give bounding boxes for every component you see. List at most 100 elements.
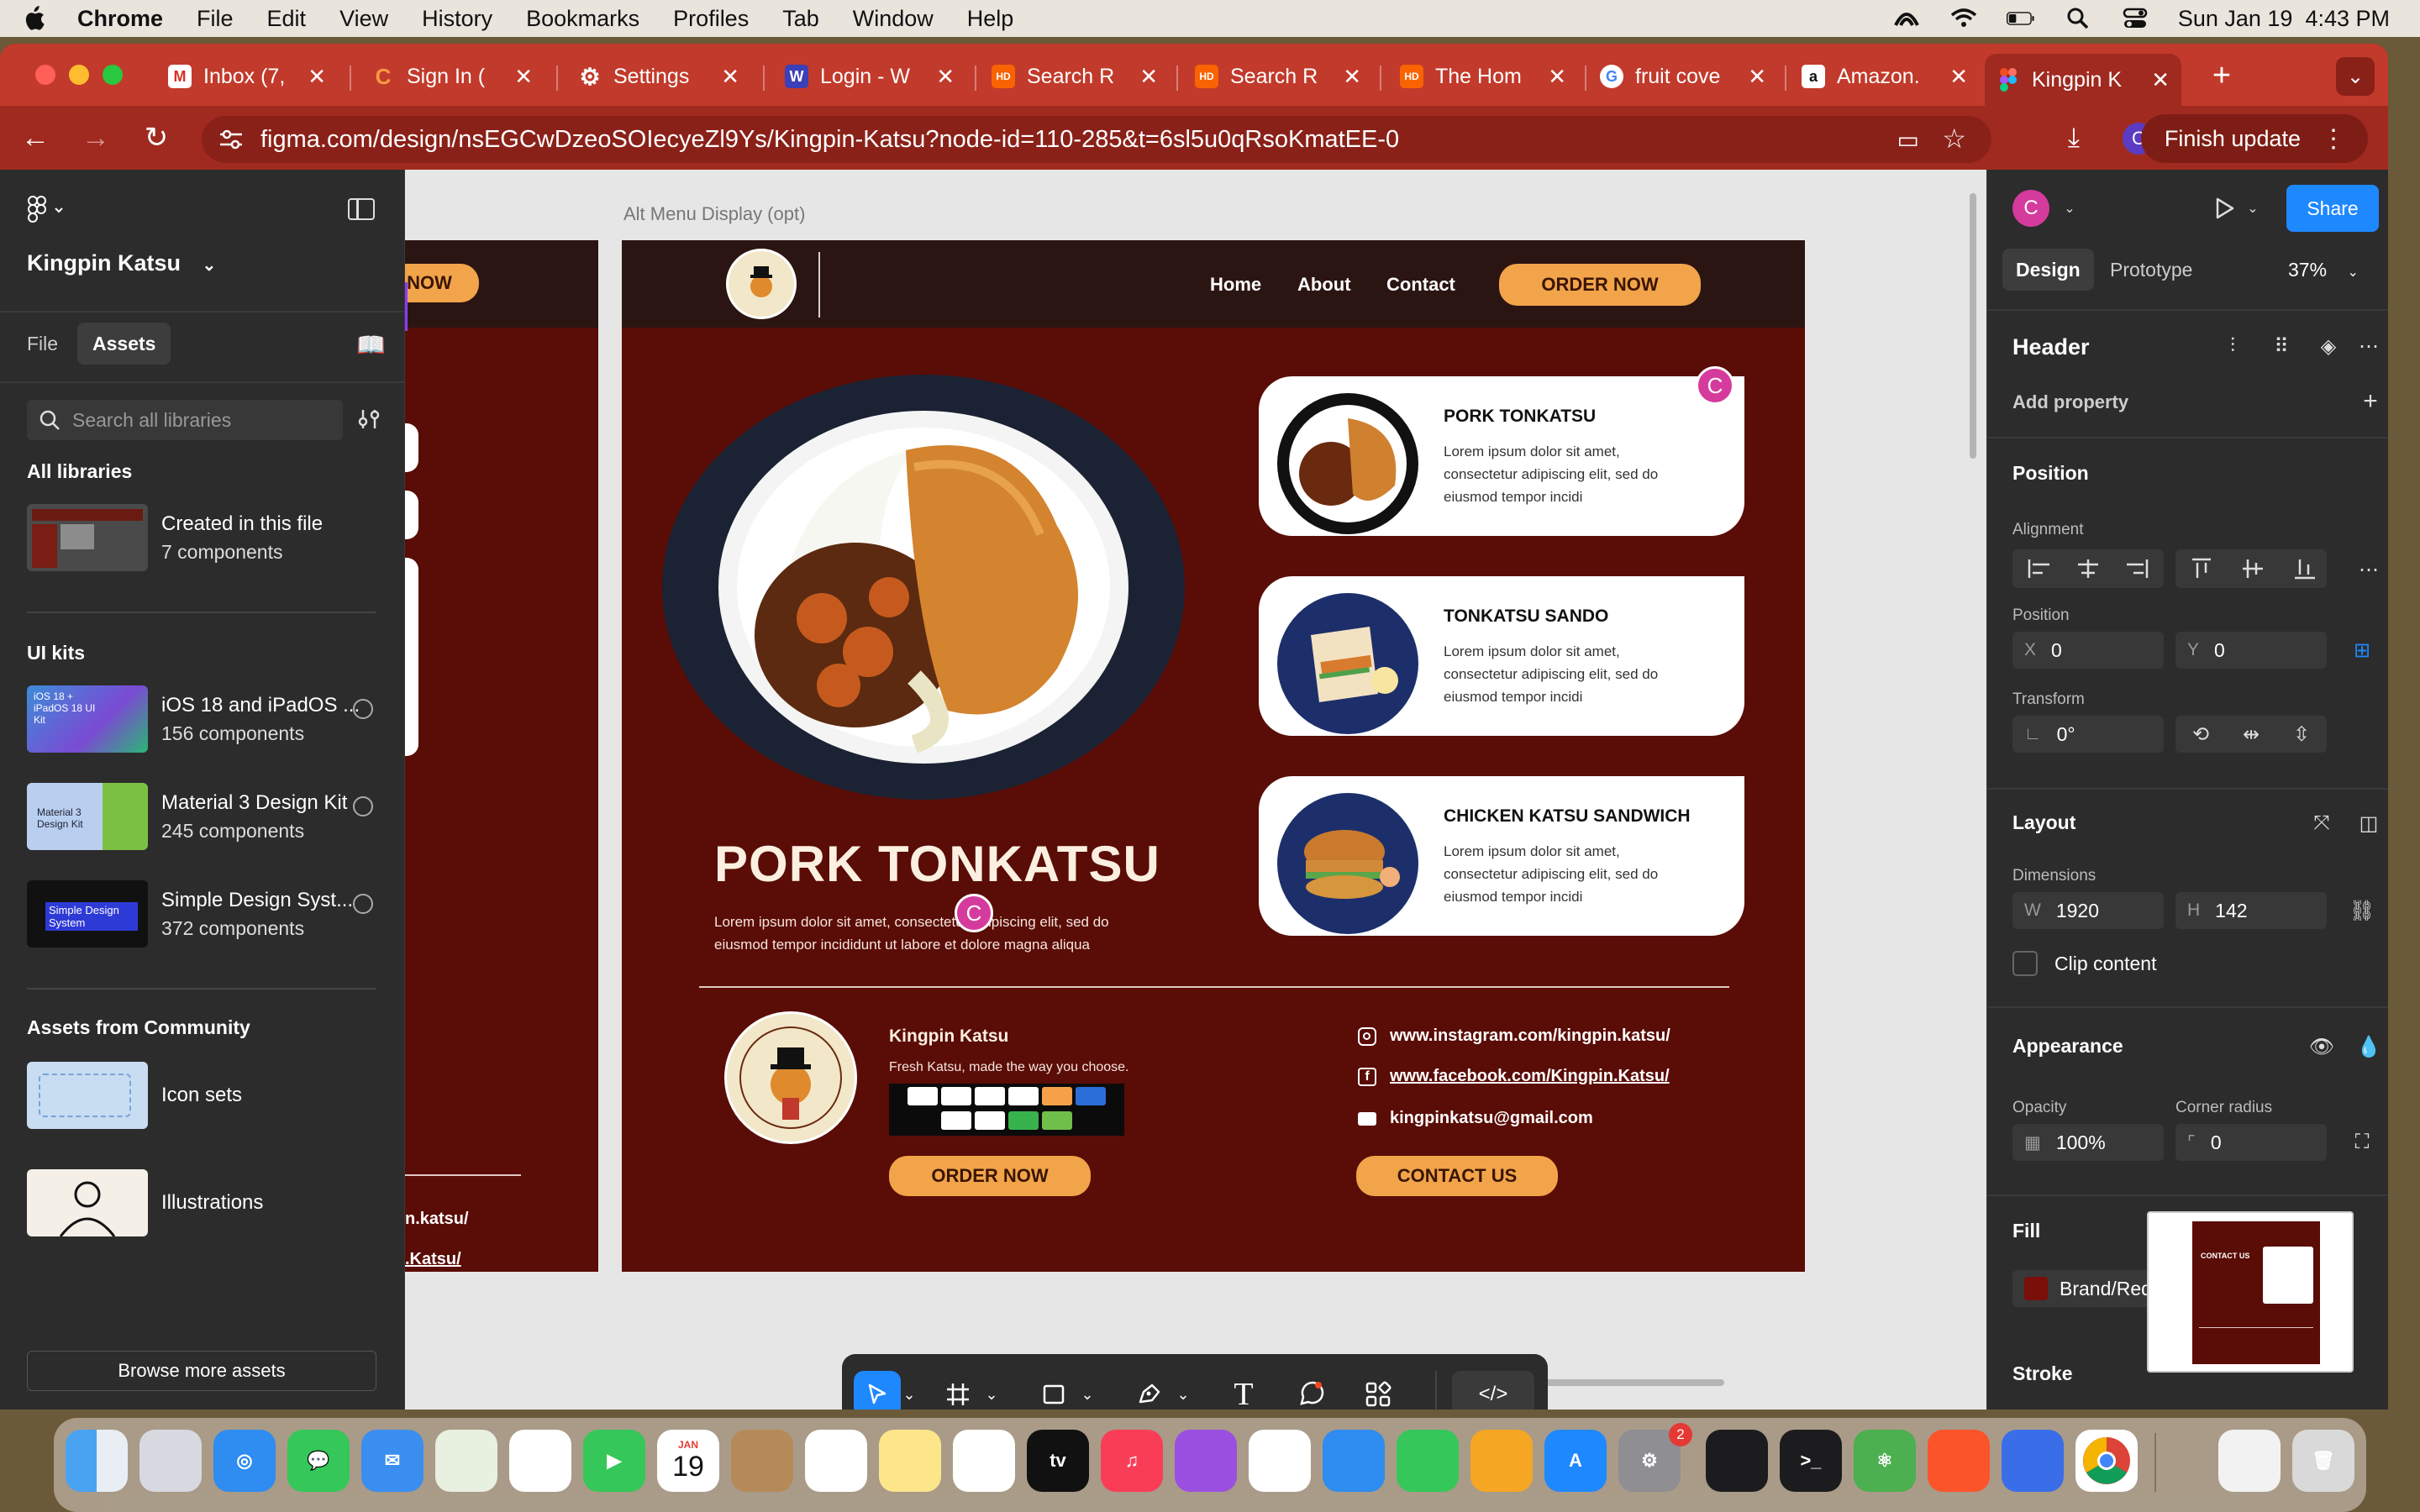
- footer-logo[interactable]: [724, 1011, 857, 1144]
- more-options-icon[interactable]: ⋯: [2352, 329, 2386, 363]
- layer-name[interactable]: Header: [2012, 334, 2090, 360]
- close-tab-icon[interactable]: ✕: [721, 64, 739, 90]
- text-tool-icon[interactable]: T: [1220, 1371, 1267, 1410]
- tab-login[interactable]: W Login - W ✕: [773, 54, 966, 99]
- visibility-eye-icon[interactable]: 👁: [2305, 1030, 2338, 1063]
- brave-icon[interactable]: [1928, 1430, 1990, 1492]
- tab-google[interactable]: G fruit cove ✕: [1588, 54, 1778, 99]
- frame-alt-menu-display[interactable]: Home About Contact ORDER NOW PORK TONKAT…: [622, 240, 1805, 1272]
- hero-title[interactable]: PORK TONKATSU: [714, 835, 1160, 893]
- tab-prototype[interactable]: Prototype: [2110, 259, 2192, 281]
- add-property-button[interactable]: Add property: [2012, 391, 2128, 413]
- maps-icon[interactable]: [435, 1430, 497, 1492]
- zoom-window-button[interactable]: [103, 65, 123, 85]
- menu-bookmarks[interactable]: Bookmarks: [526, 6, 639, 32]
- minimize-window-button[interactable]: [69, 65, 89, 85]
- close-tab-icon[interactable]: ✕: [1139, 64, 1158, 90]
- menu-help[interactable]: Help: [967, 6, 1014, 32]
- tab-amazon[interactable]: a Amazon. ✕: [1790, 54, 1980, 99]
- more-options-icon[interactable]: ⋯: [2352, 553, 2386, 586]
- community-icon-sets[interactable]: Icon sets: [27, 1062, 380, 1129]
- nav-home[interactable]: Home: [1210, 274, 1261, 296]
- site-header[interactable]: Home About Contact ORDER NOW: [622, 240, 1805, 328]
- figma-menu-icon[interactable]: [27, 195, 69, 225]
- forward-arrow-icon[interactable]: →: [79, 121, 113, 155]
- library-ios-kit[interactable]: iOS 18 + iPadOS 18 UI Kit iOS 18 and iPa…: [27, 685, 380, 753]
- search-libraries-input[interactable]: Search all libraries: [27, 400, 343, 440]
- menu-card-tonkatsu-sando[interactable]: TONKATSU SANDO Lorem ipsum dolor sit ame…: [1259, 576, 1744, 736]
- close-tab-icon[interactable]: ✕: [1949, 64, 1968, 90]
- tab-design[interactable]: Design: [2002, 249, 2094, 291]
- footer-brand-name[interactable]: Kingpin Katsu: [889, 1026, 1008, 1047]
- rotate-icon[interactable]: ⟲: [2184, 717, 2217, 751]
- order-now-button[interactable]: ORDER NOW: [1499, 264, 1701, 306]
- bookmark-star-icon[interactable]: ☆: [1942, 123, 1966, 155]
- filter-libraries-icon[interactable]: [356, 407, 383, 433]
- menu-window[interactable]: Window: [853, 6, 934, 32]
- browse-more-assets-button[interactable]: Browse more assets: [27, 1351, 376, 1391]
- freeform-icon[interactable]: [953, 1430, 1015, 1492]
- pen-tool-icon[interactable]: [1126, 1371, 1173, 1410]
- rectangle-tool-icon[interactable]: [1030, 1371, 1077, 1410]
- battery-icon[interactable]: [2006, 8, 2035, 29]
- chrome-icon[interactable]: [2075, 1430, 2138, 1492]
- activity-monitor-icon[interactable]: [1706, 1430, 1768, 1492]
- auto-layout-icon[interactable]: ⤧: [2305, 806, 2338, 840]
- library-material-kit[interactable]: Material 3 Design Kit Material 3 Design …: [27, 783, 380, 850]
- hero-description[interactable]: Lorem ipsum dolor sit amet, consectetur …: [714, 911, 1143, 956]
- podcasts-icon[interactable]: [1175, 1430, 1237, 1492]
- chevron-down-icon[interactable]: ⌄: [2236, 192, 2270, 225]
- photos-icon[interactable]: ✿: [509, 1430, 571, 1492]
- clip-content-checkbox[interactable]: [2012, 951, 2038, 976]
- tab-gmail[interactable]: M Inbox (7, ✕: [156, 54, 338, 99]
- apple-tv-icon[interactable]: tv: [1027, 1430, 1089, 1492]
- close-tab-icon[interactable]: ✕: [1343, 64, 1361, 90]
- numbers-icon[interactable]: [1397, 1430, 1459, 1492]
- frame-preview-thumbnail[interactable]: CONTACT US: [2147, 1211, 2354, 1373]
- nav-about[interactable]: About: [1297, 274, 1351, 296]
- menubar-datetime[interactable]: Sun Jan 19 4:43 PM: [2178, 6, 2390, 32]
- chevron-down-icon[interactable]: ⌄: [1171, 1371, 1195, 1410]
- app-store-icon[interactable]: A: [1544, 1430, 1607, 1492]
- menu-edit[interactable]: Edit: [267, 6, 307, 32]
- tab-search-button[interactable]: ⌄: [2336, 57, 2375, 96]
- news-icon[interactable]: [1249, 1430, 1311, 1492]
- launchpad-icon[interactable]: [139, 1430, 202, 1492]
- frame-label[interactable]: Alt Menu Display (opt): [623, 203, 805, 225]
- close-window-button[interactable]: [35, 65, 55, 85]
- documents-folder-icon[interactable]: [2218, 1430, 2281, 1492]
- tab-home-depot[interactable]: HD The Hom ✕: [1388, 54, 1578, 99]
- trash-icon[interactable]: 🗑: [2292, 1430, 2354, 1492]
- email-link[interactable]: kingpinkatsu@gmail.com: [1358, 1109, 1593, 1128]
- atom-icon[interactable]: ⚛: [1854, 1430, 1916, 1492]
- site-settings-icon[interactable]: [218, 128, 244, 151]
- reminders-icon[interactable]: [805, 1430, 867, 1492]
- independent-corners-icon[interactable]: ⛶: [2345, 1126, 2379, 1159]
- comment-tool-icon[interactable]: [1287, 1371, 1334, 1410]
- library-book-icon[interactable]: 📖: [356, 331, 386, 359]
- apple-menu-icon[interactable]: [20, 3, 47, 34]
- y-position-input[interactable]: Y0: [2175, 632, 2327, 669]
- height-input[interactable]: H 142: [2175, 892, 2327, 929]
- safari-icon[interactable]: ◎: [213, 1430, 276, 1492]
- footer-order-now-button[interactable]: ORDER NOW: [889, 1156, 1091, 1196]
- tab-search-results-2[interactable]: HD Search R ✕: [1183, 54, 1373, 99]
- opacity-input[interactable]: ▦ 100%: [2012, 1124, 2164, 1161]
- nav-contact[interactable]: Contact: [1386, 274, 1455, 296]
- adjust-sliders-icon[interactable]: ⫶: [2216, 329, 2249, 363]
- canvas-vertical-scrollbar[interactable]: [1970, 193, 1976, 459]
- dev-mode-code-icon[interactable]: </>: [1452, 1371, 1534, 1410]
- instagram-link-partial[interactable]: n.katsu/: [405, 1210, 469, 1229]
- menu-app-name[interactable]: Chrome: [77, 6, 163, 32]
- tab-file[interactable]: File: [27, 333, 58, 355]
- reload-icon[interactable]: ↻: [139, 121, 173, 155]
- corner-radius-input[interactable]: ⌜ 0: [2175, 1124, 2327, 1161]
- move-tool-cursor-icon[interactable]: [854, 1371, 901, 1410]
- menu-card-pork-tonkatsu[interactable]: PORK TONKATSU Lorem ipsum dolor sit amet…: [1259, 376, 1744, 536]
- menu-tab[interactable]: Tab: [782, 6, 819, 32]
- contact-us-button[interactable]: CONTACT US: [1356, 1156, 1558, 1196]
- terminal-icon[interactable]: >_: [1780, 1430, 1842, 1492]
- community-illustrations[interactable]: Illustrations: [27, 1169, 380, 1236]
- spotlight-search-icon[interactable]: [2064, 8, 2092, 29]
- tab-search-results-1[interactable]: HD Search R ✕: [980, 54, 1170, 99]
